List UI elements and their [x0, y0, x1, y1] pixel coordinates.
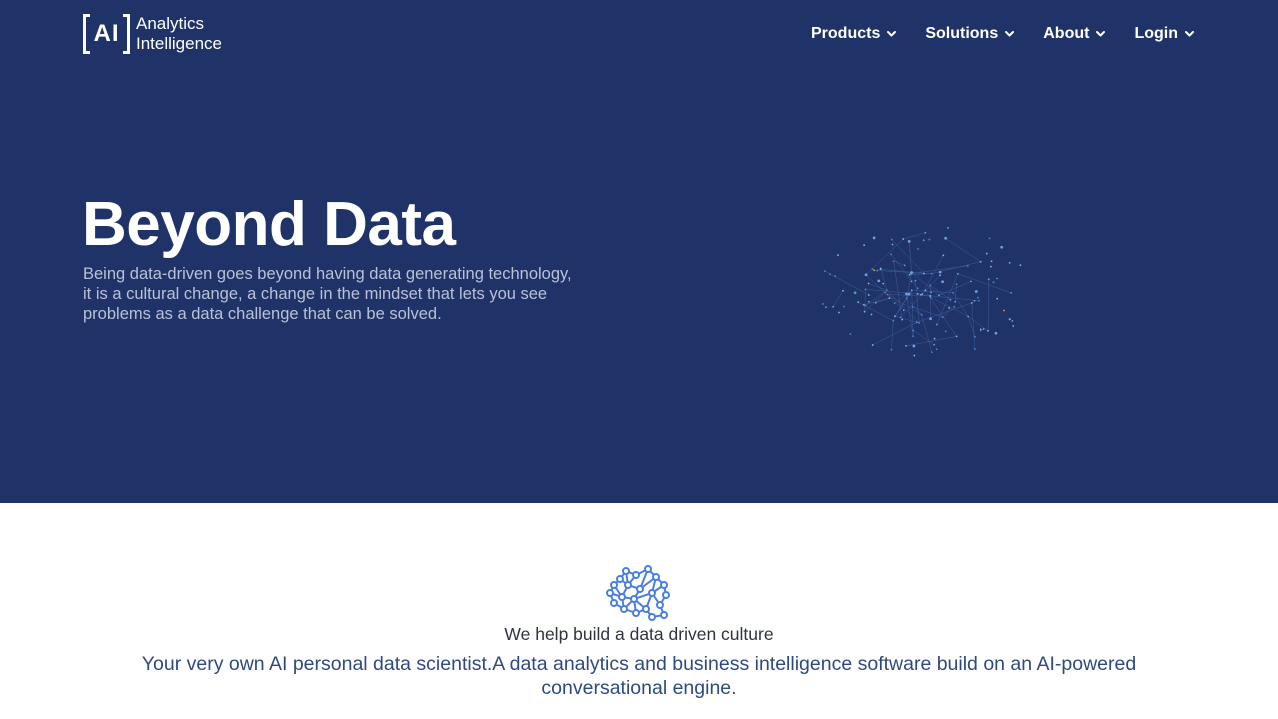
culture-heading: We help build a data driven culture	[504, 624, 774, 644]
logo-line-1: Analytics	[136, 14, 205, 33]
hero-title: Beyond Data	[82, 190, 456, 259]
culture-description: Your very own AI personal data scientist…	[100, 652, 1178, 700]
chevron-down-icon	[1184, 30, 1194, 38]
nav-item-solutions[interactable]: Solutions	[925, 25, 1015, 43]
hero-section: AI Analytics Intelligence Products Solut…	[0, 0, 1278, 503]
network-graph-illustration	[822, 226, 1022, 357]
brain-network-icon	[606, 565, 670, 621]
hero-description-line: problems as a data challenge that can be…	[83, 305, 442, 323]
hero-description: Being data-driven goes beyond having dat…	[83, 264, 593, 324]
nav-item-label: Products	[811, 25, 881, 42]
nav-item-label: Solutions	[925, 25, 999, 42]
culture-description-line: conversational engine.	[541, 677, 737, 699]
hero-description-line: Being data-driven goes beyond having dat…	[83, 265, 572, 283]
logo[interactable]: AI Analytics Intelligence	[83, 13, 222, 55]
nav-item-label: Login	[1134, 25, 1178, 42]
culture-description-line: Your very own AI personal data scientist…	[141, 653, 1137, 675]
nav-item-label: About	[1043, 25, 1090, 42]
chevron-down-icon	[1096, 30, 1106, 38]
logo-wordmark: Analytics Intelligence	[136, 14, 222, 54]
chevron-down-icon	[887, 30, 897, 38]
nav-item-about[interactable]: About	[1043, 25, 1106, 43]
nav-item-login[interactable]: Login	[1134, 25, 1194, 43]
hero-description-line: it is a cultural change, a change in the…	[83, 285, 548, 303]
nav-item-products[interactable]: Products	[811, 25, 897, 43]
logo-mark: AI	[83, 14, 130, 54]
main-nav: Products Solutions About Login	[811, 22, 1194, 46]
logo-line-2: Intelligence	[136, 34, 223, 53]
chevron-down-icon	[1005, 30, 1015, 38]
